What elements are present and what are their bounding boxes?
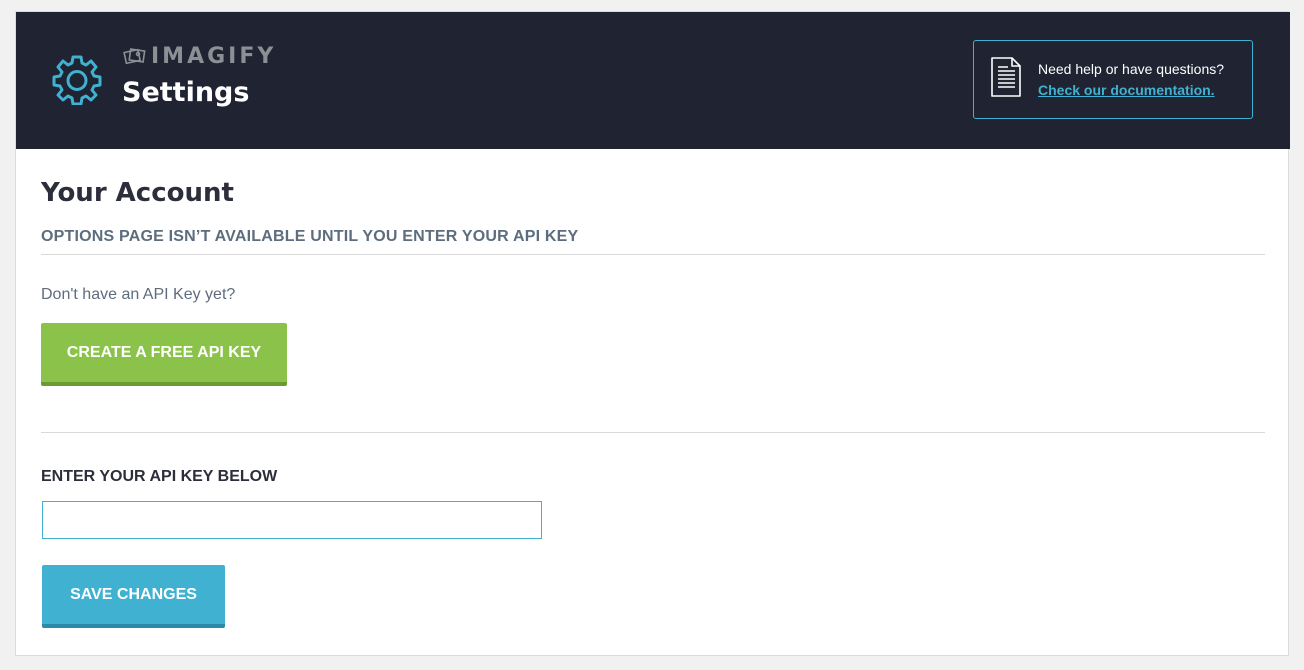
- page-header: IMAGIFY Settings Need help or have quest…: [16, 12, 1290, 149]
- divider: [41, 432, 1265, 433]
- divider: [41, 254, 1265, 255]
- brand-name: IMAGIFY: [151, 43, 277, 69]
- imagify-brand: IMAGIFY: [123, 43, 276, 69]
- create-api-key-button[interactable]: CREATE A FREE API KEY: [41, 323, 287, 386]
- help-text: Need help or have questions?: [1038, 61, 1225, 77]
- page-title: Settings: [122, 77, 250, 108]
- imagify-logo-icon: [123, 48, 146, 65]
- api-key-input[interactable]: [42, 501, 542, 539]
- gear-icon: [52, 55, 102, 105]
- help-box: Need help or have questions? Check our d…: [973, 40, 1253, 119]
- api-key-label: ENTER YOUR API KEY BELOW: [41, 468, 278, 485]
- section-subtitle: OPTIONS PAGE ISN’T AVAILABLE UNTIL YOU E…: [41, 228, 579, 245]
- section-title: Your Account: [41, 178, 234, 208]
- document-icon: [991, 57, 1021, 97]
- no-api-key-text: Don't have an API Key yet?: [41, 286, 236, 303]
- save-changes-button[interactable]: SAVE CHANGES: [42, 565, 225, 628]
- documentation-link[interactable]: Check our documentation.: [1038, 80, 1215, 100]
- settings-panel: IMAGIFY Settings Need help or have quest…: [15, 11, 1290, 656]
